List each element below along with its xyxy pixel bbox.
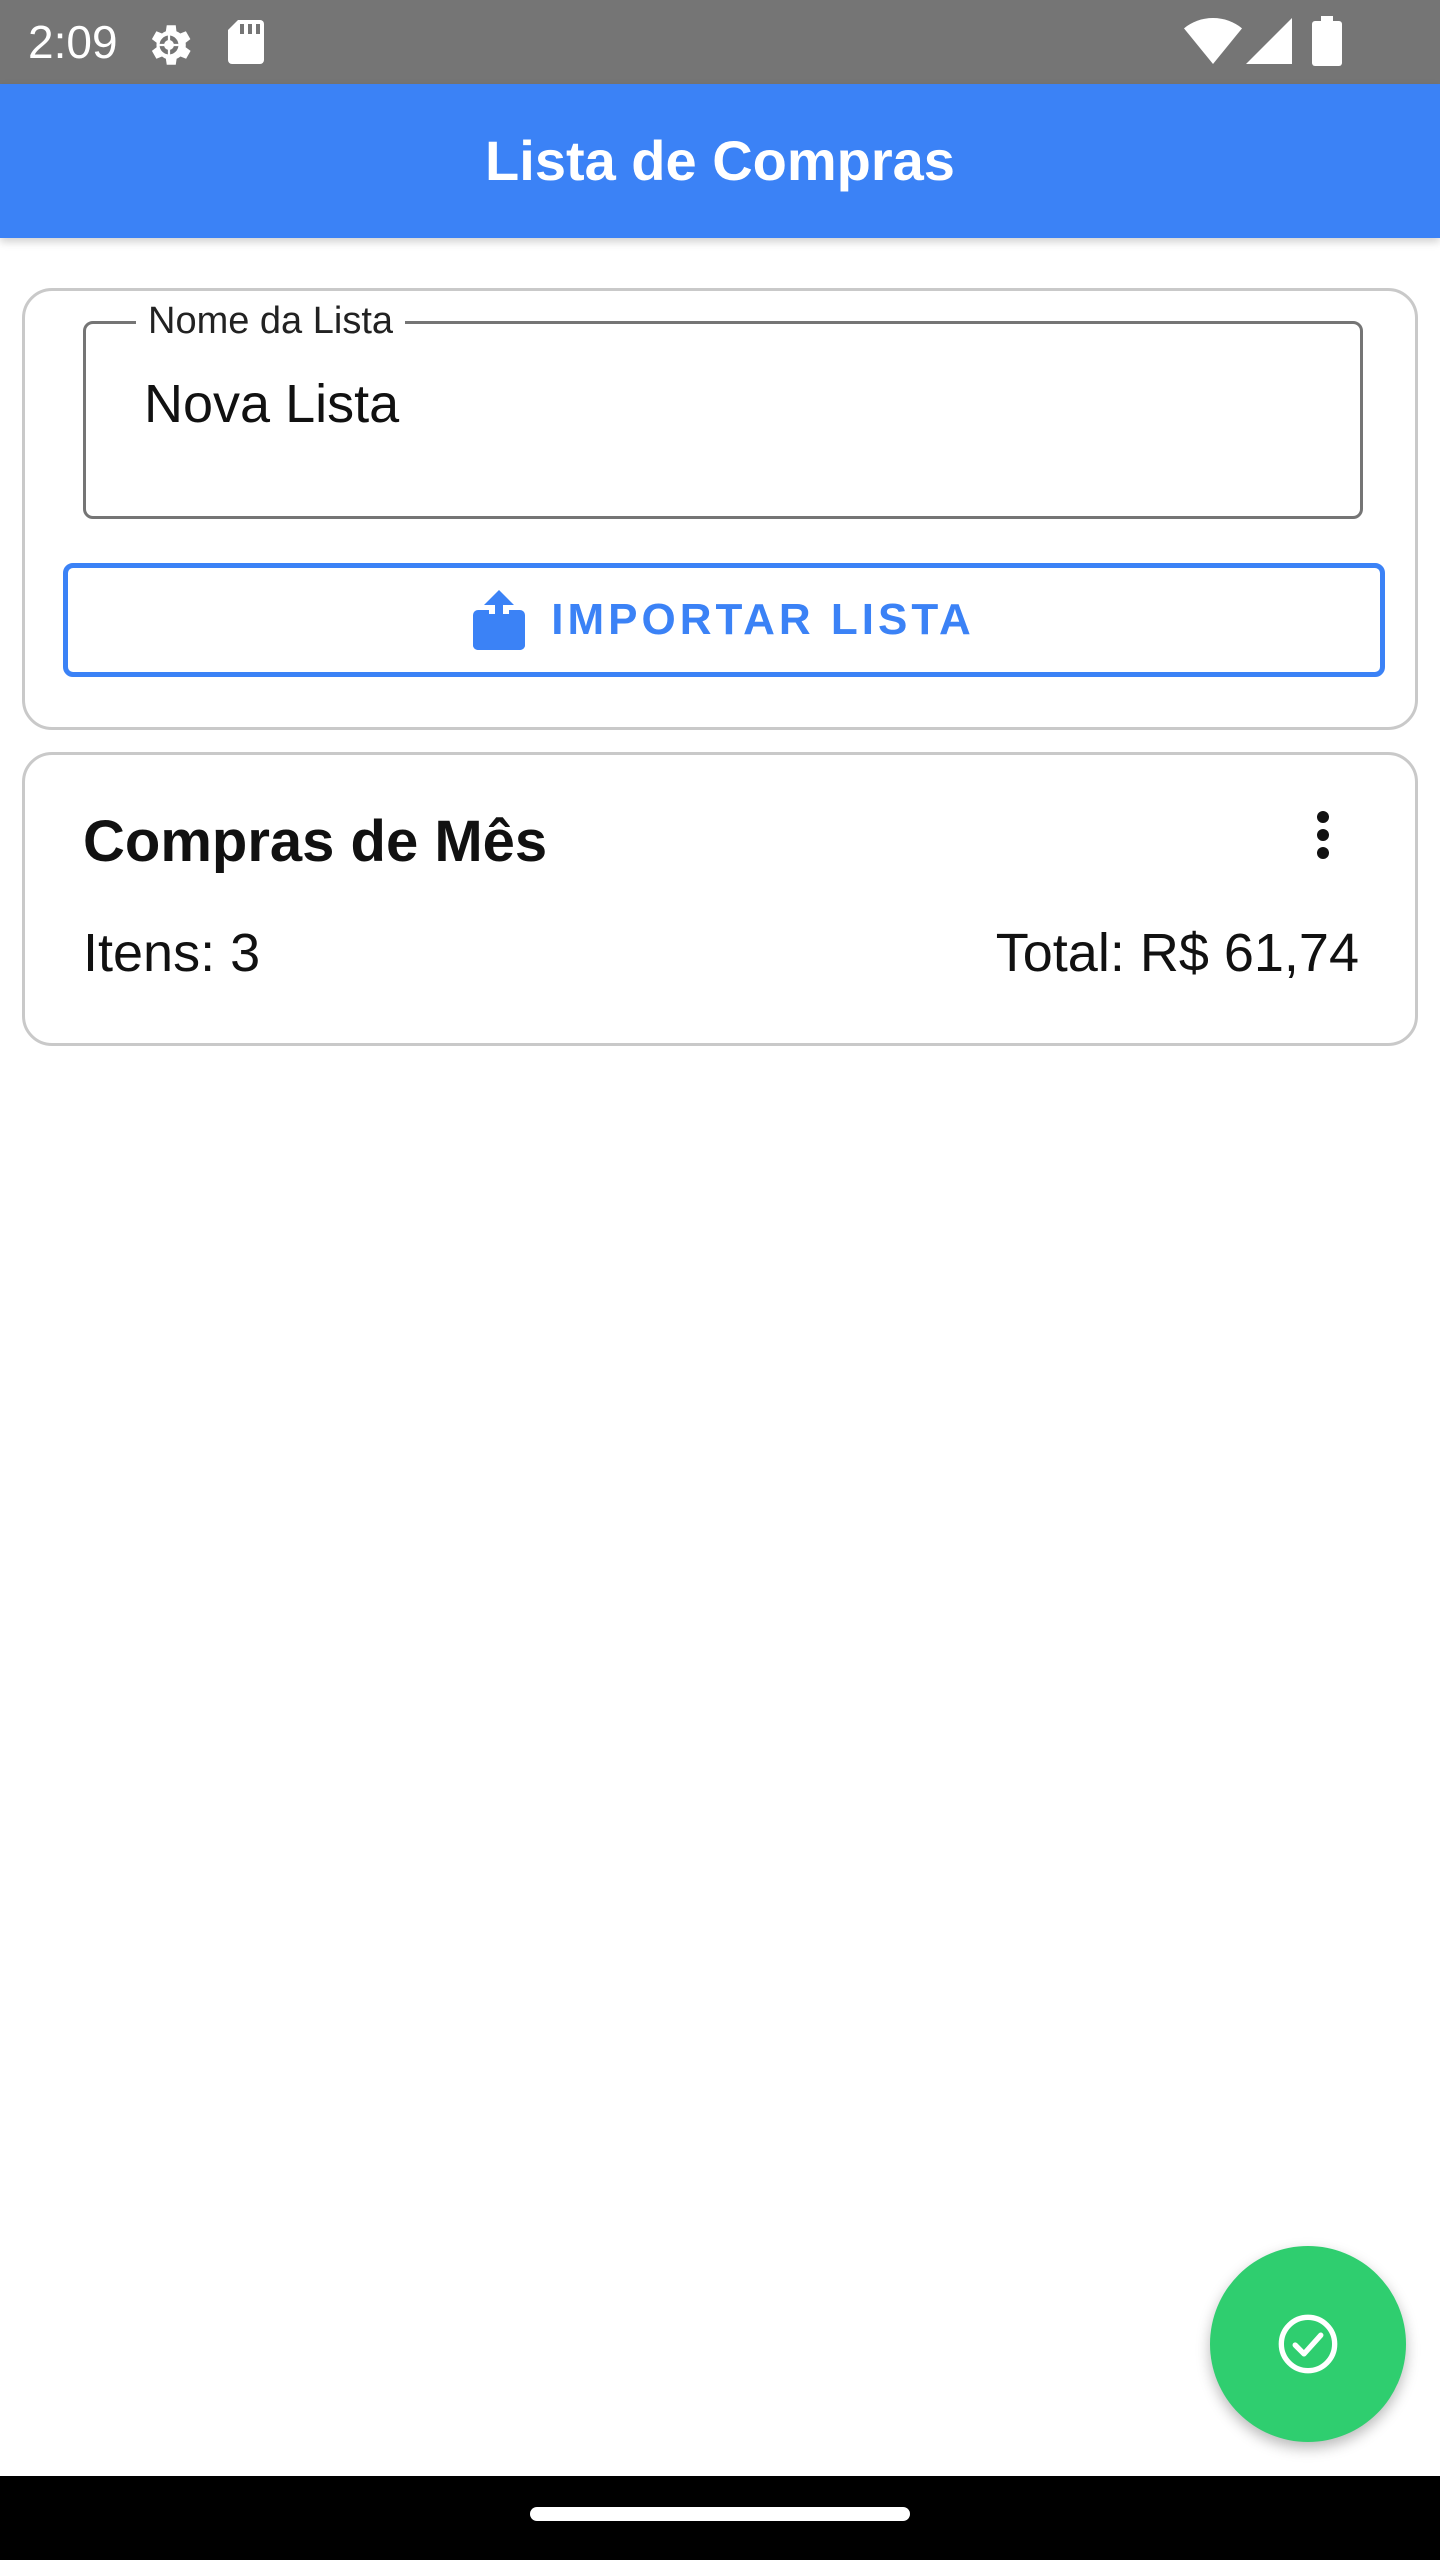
signal-icon — [1246, 18, 1292, 64]
battery-icon — [1312, 16, 1342, 66]
home-handle[interactable] — [530, 2507, 910, 2521]
navigation-bar — [0, 2476, 1440, 2560]
wifi-icon — [1184, 18, 1242, 64]
page-title: Lista de Compras — [485, 129, 955, 192]
list-total: Total: R$ 61,74 — [995, 923, 1359, 983]
import-list-label: IMPORTAR LISTA — [551, 595, 975, 644]
settings-icon — [151, 25, 191, 65]
list-name-field-label: Nome da Lista — [136, 298, 406, 344]
confirm-fab[interactable] — [1210, 2246, 1406, 2442]
more-vert-icon — [1317, 811, 1329, 859]
list-item[interactable]: Compras de Mês Itens: 3 Total: R$ 61,74 — [22, 752, 1418, 1046]
more-options-button[interactable] — [1293, 805, 1353, 875]
status-bar: 2:09 — [0, 0, 1440, 84]
status-time: 2:09 — [28, 16, 118, 68]
sd-card-icon — [228, 20, 264, 64]
list-name-input[interactable]: Nova Lista — [144, 372, 399, 436]
import-list-button[interactable]: IMPORTAR LISTA — [63, 563, 1385, 677]
list-name-field[interactable]: Nome da Lista Nova Lista — [83, 298, 1363, 519]
check-circle-icon — [1278, 2314, 1338, 2374]
share-icon — [473, 590, 526, 650]
new-list-card: Nome da Lista Nova Lista IMPORTAR LISTA — [22, 288, 1418, 730]
list-name: Compras de Mês — [83, 809, 548, 874]
app-bar: Lista de Compras — [0, 84, 1440, 238]
list-items-count: Itens: 3 — [83, 923, 261, 983]
